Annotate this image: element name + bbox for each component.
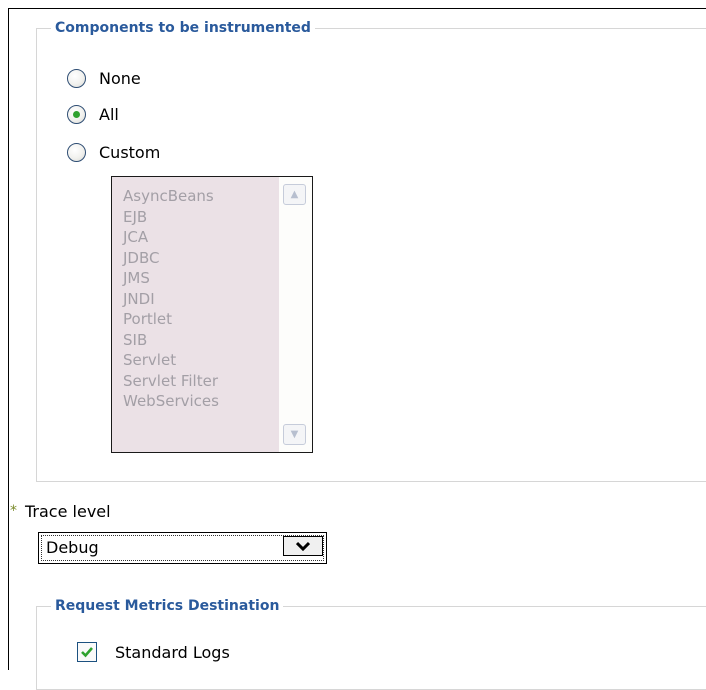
list-item[interactable]: JNDI (123, 289, 219, 310)
trace-level-select[interactable]: Debug (38, 532, 327, 564)
scroll-down-icon[interactable]: ▼ (283, 424, 306, 445)
list-item[interactable]: JMS (123, 268, 219, 289)
checkmark-icon (81, 647, 93, 658)
list-item[interactable]: Portlet (123, 309, 219, 330)
radio-all[interactable] (67, 104, 86, 124)
list-item[interactable]: EJB (123, 207, 219, 228)
list-item[interactable]: AsyncBeans (123, 186, 219, 207)
custom-components-listbox[interactable]: AsyncBeans EJB JCA JDBC JMS JNDI Portlet… (111, 176, 313, 453)
radio-custom-label: Custom (99, 142, 161, 162)
radio-all-label: All (99, 104, 119, 124)
radio-custom[interactable] (67, 142, 86, 162)
standard-logs-checkbox[interactable] (77, 642, 97, 662)
listbox-scrollbar[interactable]: ▲ ▼ (279, 177, 312, 452)
radio-none[interactable] (67, 68, 86, 88)
required-star-icon: * (10, 503, 17, 519)
list-item[interactable]: Servlet (123, 350, 219, 371)
radio-option-custom[interactable]: Custom (67, 140, 160, 164)
trace-level-label: Trace level (25, 502, 111, 521)
list-item[interactable]: SIB (123, 330, 219, 351)
radio-none-label: None (99, 68, 141, 88)
standard-logs-label: Standard Logs (115, 642, 230, 662)
trace-level-focus-ring: Debug (41, 535, 324, 561)
trace-level-value: Debug (46, 538, 99, 557)
list-items: AsyncBeans EJB JCA JDBC JMS JNDI Portlet… (123, 186, 219, 412)
list-item[interactable]: JDBC (123, 248, 219, 269)
components-legend: Components to be instrumented (55, 20, 311, 36)
standard-logs-option[interactable]: Standard Logs (77, 640, 230, 664)
chevron-down-icon[interactable] (283, 536, 323, 556)
destination-legend: Request Metrics Destination (55, 598, 280, 614)
scroll-up-icon[interactable]: ▲ (283, 184, 306, 205)
radio-option-all[interactable]: All (67, 102, 119, 126)
list-item[interactable]: Servlet Filter (123, 371, 219, 392)
radio-option-none[interactable]: None (67, 66, 141, 90)
list-item[interactable]: JCA (123, 227, 219, 248)
list-item[interactable]: WebServices (123, 391, 219, 412)
